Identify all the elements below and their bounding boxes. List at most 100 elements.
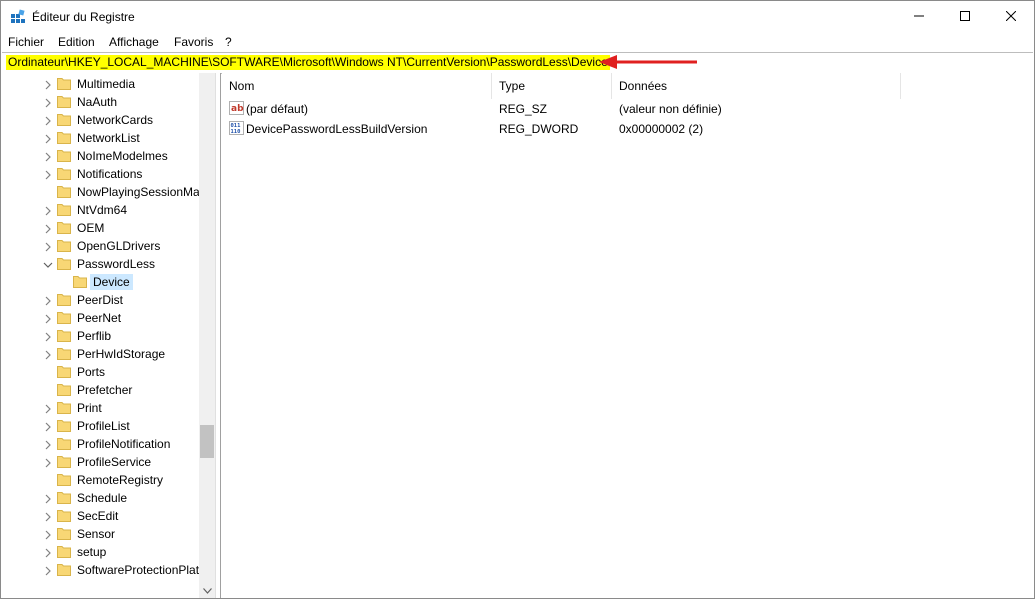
tree-item[interactable]: RemoteRegistry [1, 471, 199, 489]
chevron-right-icon[interactable] [43, 205, 53, 216]
tree-item-label: setup [77, 545, 107, 559]
minimize-button[interactable] [896, 1, 942, 32]
tree-item[interactable]: ProfileService [1, 453, 199, 471]
tree-item[interactable]: PeerDist [1, 291, 199, 309]
chevron-right-icon[interactable] [43, 133, 53, 144]
tree-item-label: NaAuth [77, 95, 118, 109]
close-icon [1005, 10, 1017, 24]
chevron-right-icon[interactable] [43, 223, 53, 234]
chevron-right-icon[interactable] [43, 457, 53, 468]
maximize-button[interactable] [942, 1, 988, 32]
chevron-right-icon[interactable] [43, 547, 53, 558]
chevron-right-icon[interactable] [43, 169, 53, 180]
tree-item-label: NetworkCards [77, 113, 154, 127]
chevron-right-icon[interactable] [43, 511, 53, 522]
tree-item[interactable]: NowPlayingSessionMar [1, 183, 204, 201]
value-data: 0x00000002 (2) [619, 122, 704, 136]
tree-item[interactable]: Schedule [1, 489, 199, 507]
tree-item-label: Device [90, 274, 133, 290]
registry-editor-window: Éditeur du Registre Fichier Edition Affi… [0, 0, 1035, 599]
tree-item[interactable]: Prefetcher [1, 381, 199, 399]
menu-fichier[interactable]: Fichier [8, 35, 44, 49]
tree-item[interactable]: OEM [1, 219, 199, 237]
address-bar[interactable]: Ordinateur\HKEY_LOCAL_MACHINE\SOFTWARE\M… [2, 52, 1033, 74]
chevron-right-icon[interactable] [43, 493, 53, 504]
chevron-right-icon[interactable] [43, 439, 53, 450]
value-type: REG_DWORD [499, 122, 579, 136]
tree-item-label: SecEdit [77, 509, 119, 523]
folder-icon [57, 401, 71, 414]
string-value-icon: ab [229, 101, 244, 115]
tree-item[interactable]: SoftwareProtectionPlat [1, 561, 199, 579]
tree-item[interactable]: NtVdm64 [1, 201, 199, 219]
tree-item[interactable]: Print [1, 399, 199, 417]
menu-help[interactable]: ? [225, 35, 232, 49]
tree-item[interactable]: NetworkCards [1, 111, 199, 129]
chevron-right-icon[interactable] [43, 241, 53, 252]
tree-item[interactable]: OpenGLDrivers [1, 237, 199, 255]
values-list: Nom Type Données ab (par défaut) REG_SZ … [222, 73, 1033, 598]
folder-icon [57, 329, 71, 342]
menu-bar: Fichier Edition Affichage Favoris ? [1, 33, 1034, 51]
chevron-right-icon[interactable] [43, 151, 53, 162]
key-tree[interactable]: Multimedia NaAuth NetworkCards NetworkList N… [1, 73, 215, 598]
tree-item[interactable]: PerHwIdStorage [1, 345, 199, 363]
tree-item[interactable]: Sensor [1, 525, 199, 543]
column-header-type[interactable]: Type [492, 73, 612, 99]
title-bar[interactable]: Éditeur du Registre [1, 1, 1034, 33]
scroll-down-button[interactable] [199, 582, 215, 598]
column-header-name[interactable]: Nom [222, 73, 492, 99]
tree-item[interactable]: NetworkList [1, 129, 199, 147]
folder-icon [57, 149, 71, 162]
tree-item-label: Sensor [77, 527, 116, 541]
menu-affichage[interactable]: Affichage [109, 35, 159, 49]
tree-item[interactable]: setup [1, 543, 199, 561]
tree-item[interactable]: Multimedia [1, 75, 199, 93]
chevron-down-icon[interactable] [43, 259, 53, 269]
tree-item[interactable]: NoImeModelmes [1, 147, 199, 165]
value-row[interactable]: ab (par défaut) REG_SZ (valeur non défin… [222, 99, 902, 119]
tree-item-label: Multimedia [77, 77, 136, 91]
tree-item-label: ProfileList [77, 419, 130, 433]
chevron-right-icon[interactable] [43, 313, 53, 324]
chevron-right-icon[interactable] [43, 331, 53, 342]
tree-item[interactable]: Device [1, 273, 199, 291]
folder-icon [57, 545, 71, 558]
address-path[interactable]: Ordinateur\HKEY_LOCAL_MACHINE\SOFTWARE\M… [6, 55, 610, 70]
tree-item-label: Schedule [77, 491, 128, 505]
tree-item[interactable]: PasswordLess [1, 255, 199, 273]
folder-icon [57, 419, 71, 432]
menu-edition[interactable]: Edition [58, 35, 95, 49]
chevron-right-icon[interactable] [43, 529, 53, 540]
chevron-right-icon[interactable] [43, 115, 53, 126]
tree-item[interactable]: NaAuth [1, 93, 199, 111]
tree-item-label: PeerDist [77, 293, 124, 307]
tree-item[interactable]: ProfileList [1, 417, 199, 435]
tree-scrollbar[interactable] [199, 73, 215, 598]
tree-item-label: PasswordLess [77, 257, 156, 271]
tree-item-label: NtVdm64 [77, 203, 128, 217]
chevron-right-icon[interactable] [43, 97, 53, 108]
tree-item[interactable]: SecEdit [1, 507, 199, 525]
pane-splitter[interactable] [215, 73, 221, 598]
tree-item[interactable]: PeerNet [1, 309, 199, 327]
chevron-right-icon[interactable] [43, 421, 53, 432]
menu-favoris[interactable]: Favoris [174, 35, 213, 49]
tree-item[interactable]: Ports [1, 363, 199, 381]
close-button[interactable] [988, 1, 1034, 32]
column-header-data[interactable]: Données [612, 73, 901, 99]
tree-item-label: Ports [77, 365, 106, 379]
tree-item[interactable]: Perflib [1, 327, 199, 345]
minimize-icon [914, 10, 924, 24]
chevron-right-icon[interactable] [43, 79, 53, 90]
chevron-right-icon[interactable] [43, 295, 53, 306]
chevron-right-icon[interactable] [43, 349, 53, 360]
chevron-right-icon[interactable] [43, 403, 53, 414]
folder-icon [57, 365, 71, 378]
tree-item[interactable]: Notifications [1, 165, 199, 183]
chevron-right-icon[interactable] [43, 565, 53, 576]
folder-icon [57, 167, 71, 180]
scrollbar-thumb[interactable] [200, 425, 214, 458]
value-row[interactable]: 011 110 DevicePasswordLessBuildVersion R… [222, 119, 902, 139]
tree-item[interactable]: ProfileNotification [1, 435, 199, 453]
